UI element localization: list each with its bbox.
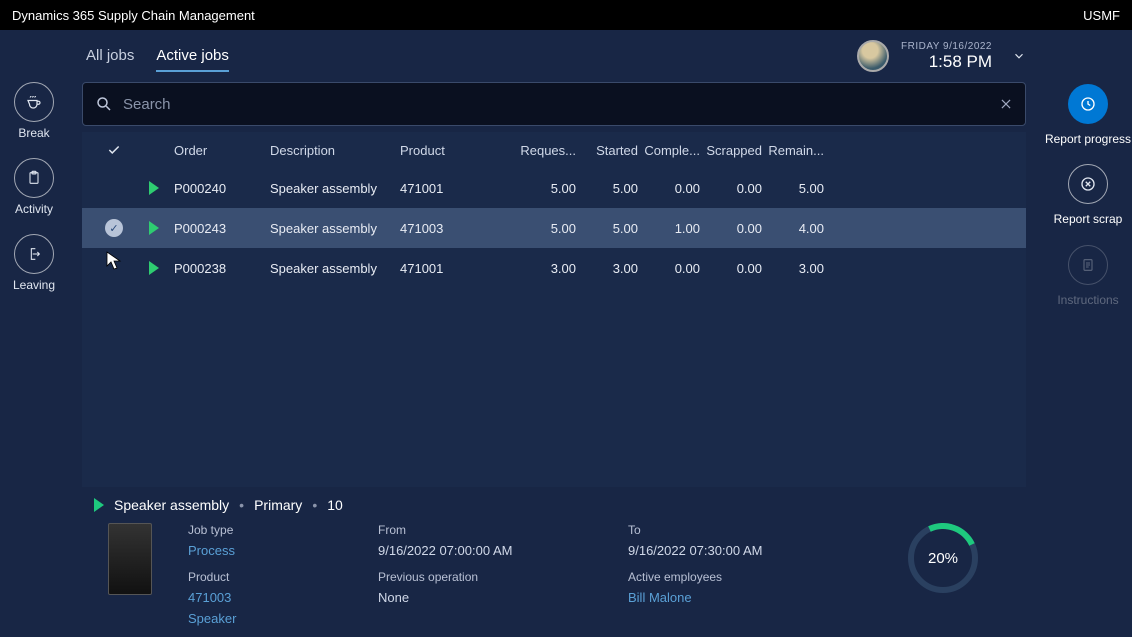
header-started[interactable]: Started: [582, 143, 644, 158]
tab-all-jobs[interactable]: All jobs: [86, 41, 134, 72]
header-time: 1:58 PM: [901, 52, 992, 72]
header-remaining[interactable]: Remain...: [768, 143, 830, 158]
header-order[interactable]: Order: [174, 143, 270, 158]
label-prev-op: Previous operation: [378, 570, 598, 584]
label-job-type: Job type: [188, 523, 348, 537]
exit-icon: [14, 234, 54, 274]
nav-leaving-label: Leaving: [13, 278, 55, 292]
nav-report-progress[interactable]: Report progress: [1045, 84, 1131, 146]
cell-order: P000240: [174, 181, 270, 196]
header-scrapped[interactable]: Scrapped: [706, 143, 768, 158]
cell-started: 5.00: [582, 221, 644, 236]
table-row[interactable]: ✓ P000243 Speaker assembly 471003 5.00 5…: [82, 208, 1026, 248]
cell-description: Speaker assembly: [270, 221, 400, 236]
tab-active-jobs[interactable]: Active jobs: [156, 41, 229, 72]
label-to: To: [628, 523, 848, 537]
cell-order: P000243: [174, 221, 270, 236]
separator-dot: •: [312, 497, 317, 513]
cell-remaining: 4.00: [768, 221, 830, 236]
checked-icon[interactable]: ✓: [105, 219, 123, 237]
avatar[interactable]: [857, 40, 889, 72]
value-product-name[interactable]: Speaker: [188, 611, 348, 626]
play-icon: [94, 498, 104, 512]
table-row[interactable]: P000238 Speaker assembly 471001 3.00 3.0…: [82, 248, 1026, 288]
cell-requested: 5.00: [520, 221, 582, 236]
details-tag: Primary: [254, 497, 302, 513]
value-from: 9/16/2022 07:00:00 AM: [378, 543, 598, 558]
cell-completed: 0.00: [644, 181, 706, 196]
nav-break[interactable]: Break: [14, 82, 54, 140]
progress-percent: 20%: [908, 523, 978, 593]
main-area: All jobs Active jobs FRIDAY 9/16/2022 1:…: [68, 30, 1044, 637]
label-from: From: [378, 523, 598, 537]
cell-product: 471001: [400, 181, 520, 196]
header-check-icon[interactable]: [94, 143, 134, 157]
cell-remaining: 3.00: [768, 261, 830, 276]
left-nav: Break Activity Leaving: [0, 30, 68, 637]
header-completed[interactable]: Comple...: [644, 143, 706, 158]
nav-report-progress-label: Report progress: [1045, 132, 1131, 146]
progress-ring: 20%: [908, 523, 978, 593]
nav-instructions-label: Instructions: [1057, 293, 1118, 307]
nav-activity-label: Activity: [15, 202, 53, 216]
value-prev-op: None: [378, 590, 598, 605]
nav-report-scrap[interactable]: Report scrap: [1054, 164, 1123, 226]
right-nav: Report progress Report scrap Instruction…: [1044, 30, 1132, 637]
cell-scrapped: 0.00: [706, 181, 768, 196]
cell-description: Speaker assembly: [270, 181, 400, 196]
cell-completed: 1.00: [644, 221, 706, 236]
label-active-emp: Active employees: [628, 570, 848, 584]
company-code: USMF: [1083, 8, 1120, 23]
cell-requested: 5.00: [520, 181, 582, 196]
cell-order: P000238: [174, 261, 270, 276]
nav-instructions: Instructions: [1057, 245, 1118, 307]
details-pane: Speaker assembly • Primary • 10 Job type…: [68, 487, 1044, 637]
clear-icon[interactable]: [999, 97, 1013, 111]
header-product[interactable]: Product: [400, 143, 520, 158]
details-qty: 10: [327, 497, 343, 513]
table-row[interactable]: P000240 Speaker assembly 471001 5.00 5.0…: [82, 168, 1026, 208]
instructions-icon: [1068, 245, 1108, 285]
header-right: FRIDAY 9/16/2022 1:58 PM: [857, 40, 1026, 72]
progress-icon: [1068, 84, 1108, 124]
cell-description: Speaker assembly: [270, 261, 400, 276]
scrap-icon: [1068, 164, 1108, 204]
play-icon[interactable]: [149, 181, 159, 195]
details-title: Speaker assembly: [114, 497, 229, 513]
coffee-icon: [14, 82, 54, 122]
nav-activity[interactable]: Activity: [14, 158, 54, 216]
search-icon: [95, 95, 113, 113]
cell-product: 471001: [400, 261, 520, 276]
header-date: FRIDAY 9/16/2022: [901, 41, 992, 52]
label-product: Product: [188, 570, 348, 584]
value-active-emp[interactable]: Bill Malone: [628, 590, 848, 605]
cell-completed: 0.00: [644, 261, 706, 276]
value-product-id[interactable]: 471003: [188, 590, 348, 605]
cell-scrapped: 0.00: [706, 261, 768, 276]
cell-started: 3.00: [582, 261, 644, 276]
product-thumbnail: [108, 523, 152, 595]
header-requested[interactable]: Reques...: [520, 143, 582, 158]
play-icon[interactable]: [149, 261, 159, 275]
cell-requested: 3.00: [520, 261, 582, 276]
play-icon[interactable]: [149, 221, 159, 235]
separator-dot: •: [239, 497, 244, 513]
cell-started: 5.00: [582, 181, 644, 196]
search-bar[interactable]: [82, 82, 1026, 126]
header-description[interactable]: Description: [270, 143, 400, 158]
app-title: Dynamics 365 Supply Chain Management: [12, 8, 255, 23]
nav-report-scrap-label: Report scrap: [1054, 212, 1123, 226]
search-input[interactable]: [123, 96, 999, 113]
cell-product: 471003: [400, 221, 520, 236]
jobs-table: Order Description Product Reques... Star…: [82, 132, 1026, 487]
value-job-type[interactable]: Process: [188, 543, 348, 558]
cell-scrapped: 0.00: [706, 221, 768, 236]
table-header: Order Description Product Reques... Star…: [82, 132, 1026, 168]
cell-remaining: 5.00: [768, 181, 830, 196]
value-to: 9/16/2022 07:30:00 AM: [628, 543, 848, 558]
clipboard-icon: [14, 158, 54, 198]
chevron-down-icon[interactable]: [1012, 49, 1026, 63]
nav-leaving[interactable]: Leaving: [13, 234, 55, 292]
nav-break-label: Break: [18, 126, 49, 140]
